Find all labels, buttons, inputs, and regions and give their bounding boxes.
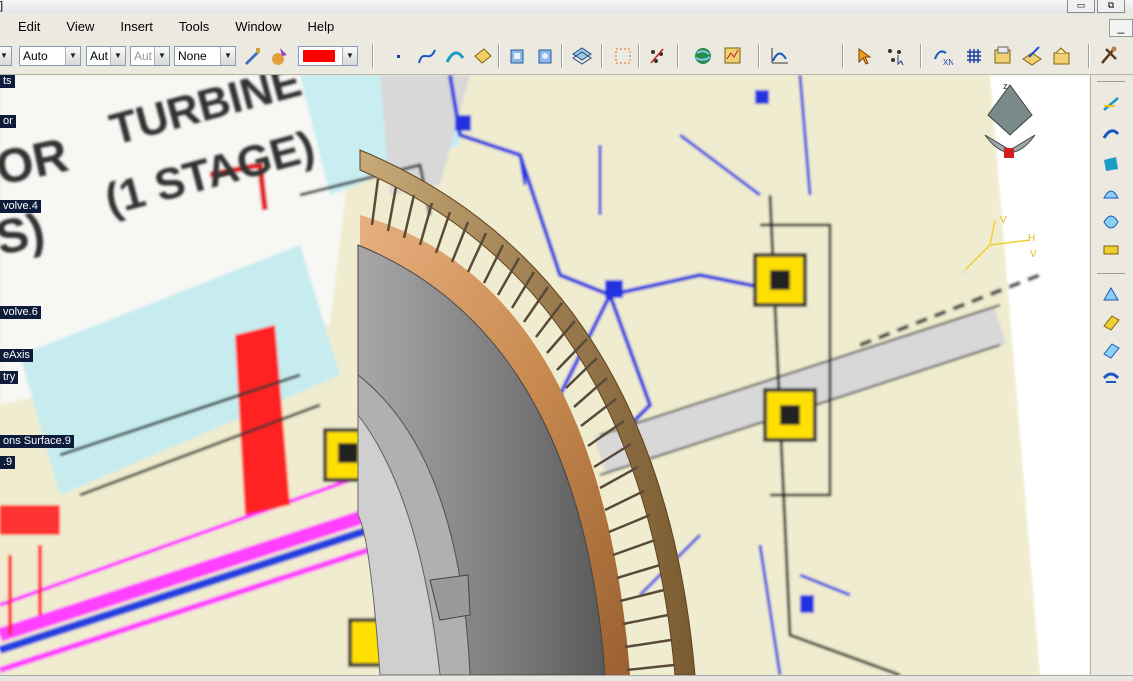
menu-insert[interactable]: Insert [110, 19, 163, 34]
3d-viewport[interactable]: TURBINE (1 STAGE) OR S) z x y H V V x ts… [0, 75, 1090, 675]
chevron-down-icon: ▼ [0, 47, 11, 65]
linestyle-combo[interactable]: Aut ▼ [86, 46, 126, 66]
toolbar-separator [1088, 44, 1090, 68]
extrude-icon[interactable] [505, 44, 529, 68]
trim-icon[interactable] [1099, 311, 1123, 333]
linestyle-value: Aut [90, 49, 109, 63]
color-combo[interactable]: ▼ [298, 46, 358, 66]
tree-item[interactable]: or [0, 115, 16, 128]
toolbar-separator [920, 44, 922, 68]
toolbar-separator [758, 44, 760, 68]
scatter-points-icon[interactable] [645, 44, 669, 68]
tree-item[interactable]: ons Surface.9 [0, 435, 74, 448]
compass-center-icon [1004, 148, 1014, 158]
toolbar-separator [677, 44, 679, 68]
tree-item[interactable]: volve.6 [0, 306, 41, 319]
sketch-icon[interactable] [1099, 93, 1123, 115]
menu-edit[interactable]: Edit [8, 19, 50, 34]
compass-x-label: x [990, 127, 995, 137]
multi-select-icon[interactable] [883, 44, 907, 68]
thickness-combo[interactable]: Auto ▼ [19, 46, 81, 66]
svg-text:XN: XN [943, 58, 953, 67]
brush-icon[interactable] [240, 44, 264, 68]
axis-v2-label: V [1030, 249, 1037, 260]
toolbar-separator [372, 44, 374, 68]
restore-button[interactable]: ⧉ [1097, 0, 1125, 13]
compass-z-label: z [1003, 81, 1008, 91]
offset-surface-icon[interactable] [570, 44, 594, 68]
axis-v-label: V [1000, 215, 1007, 226]
title-bar: ] ▭ ⧉ [0, 0, 1133, 14]
point-icon[interactable] [387, 44, 411, 68]
toolbar: ▼ Auto ▼ Aut ▼ Aut ▼ None ▼ ▼ XN [0, 38, 1133, 75]
tree-item[interactable]: eAxis [0, 349, 33, 362]
split-icon[interactable] [1099, 283, 1123, 305]
blend-icon[interactable] [1099, 239, 1123, 261]
minimize-button[interactable]: ▭ [1067, 0, 1095, 13]
tools-icon[interactable] [1097, 44, 1121, 68]
linetype-combo[interactable]: ▼ [0, 46, 12, 66]
disabled-combo: Aut ▼ [130, 46, 170, 66]
curve-analysis-icon[interactable] [768, 44, 792, 68]
toolbar-separator [842, 44, 844, 68]
chevron-down-icon: ▼ [65, 47, 80, 65]
tree-item[interactable]: ts [0, 75, 15, 88]
toolbar-separator [638, 44, 640, 68]
toolbar-separator [601, 44, 603, 68]
sweep-icon[interactable] [1099, 183, 1123, 205]
chevron-down-icon: ▼ [342, 47, 357, 65]
profile-icon[interactable] [1099, 123, 1123, 145]
toolbar-separator [498, 44, 500, 68]
mdi-minimize-button[interactable]: _ [1109, 19, 1133, 37]
toolbar-separator [1097, 273, 1125, 274]
viewport-scene: TURBINE (1 STAGE) OR S) z x y H V V x [0, 75, 1090, 675]
toolbar-separator [1097, 81, 1125, 82]
window-controls: ▭ ⧉ [1067, 0, 1125, 13]
select-arrow-icon[interactable] [853, 44, 877, 68]
catalog-icon[interactable] [991, 44, 1015, 68]
edit-surface-icon[interactable] [1020, 44, 1044, 68]
chevron-down-icon: ▼ [220, 47, 235, 65]
paint-drop-icon[interactable] [268, 44, 292, 68]
loft-icon[interactable] [1099, 211, 1123, 233]
status-bar [0, 675, 1133, 681]
join-icon[interactable] [1099, 339, 1123, 361]
axis-x-label: x [962, 267, 967, 278]
translate-icon[interactable] [1099, 367, 1123, 389]
thickness-value: Auto [23, 49, 48, 63]
pattern-grid-icon[interactable] [962, 44, 986, 68]
disabled-combo-value: Aut [134, 49, 153, 63]
plane-icon[interactable] [471, 44, 495, 68]
fill-surface-icon[interactable] [1099, 153, 1123, 175]
tree-item[interactable]: volve.4 [0, 200, 41, 213]
globe-icon[interactable] [691, 44, 715, 68]
menu-bar: Edit View Insert Tools Window Help _ [0, 14, 1133, 38]
color-swatch [303, 50, 335, 62]
menu-view[interactable]: View [56, 19, 104, 34]
axis-h-label: H [1028, 233, 1035, 244]
right-toolbar [1090, 75, 1133, 675]
layer-value: None [178, 49, 207, 63]
toolbar-separator [561, 44, 563, 68]
revolve-icon[interactable] [533, 44, 557, 68]
repetition-icon[interactable]: XN [930, 44, 954, 68]
spline-icon[interactable] [415, 44, 439, 68]
layer-combo[interactable]: None ▼ [174, 46, 236, 66]
chevron-down-icon: ▼ [154, 47, 169, 65]
arc-icon[interactable] [443, 44, 467, 68]
menu-help[interactable]: Help [297, 19, 344, 34]
tree-item[interactable]: .9 [0, 456, 16, 469]
grid-icon[interactable] [611, 44, 635, 68]
menu-window[interactable]: Window [225, 19, 291, 34]
tree-item[interactable]: try [0, 371, 19, 384]
workbench-icon[interactable] [1050, 44, 1074, 68]
analysis-icon[interactable] [721, 44, 745, 68]
compass-y-label: y [1028, 127, 1033, 137]
menu-tools[interactable]: Tools [169, 19, 219, 34]
chevron-down-icon: ▼ [110, 47, 125, 65]
title-bar-glyph: ] [0, 0, 4, 12]
